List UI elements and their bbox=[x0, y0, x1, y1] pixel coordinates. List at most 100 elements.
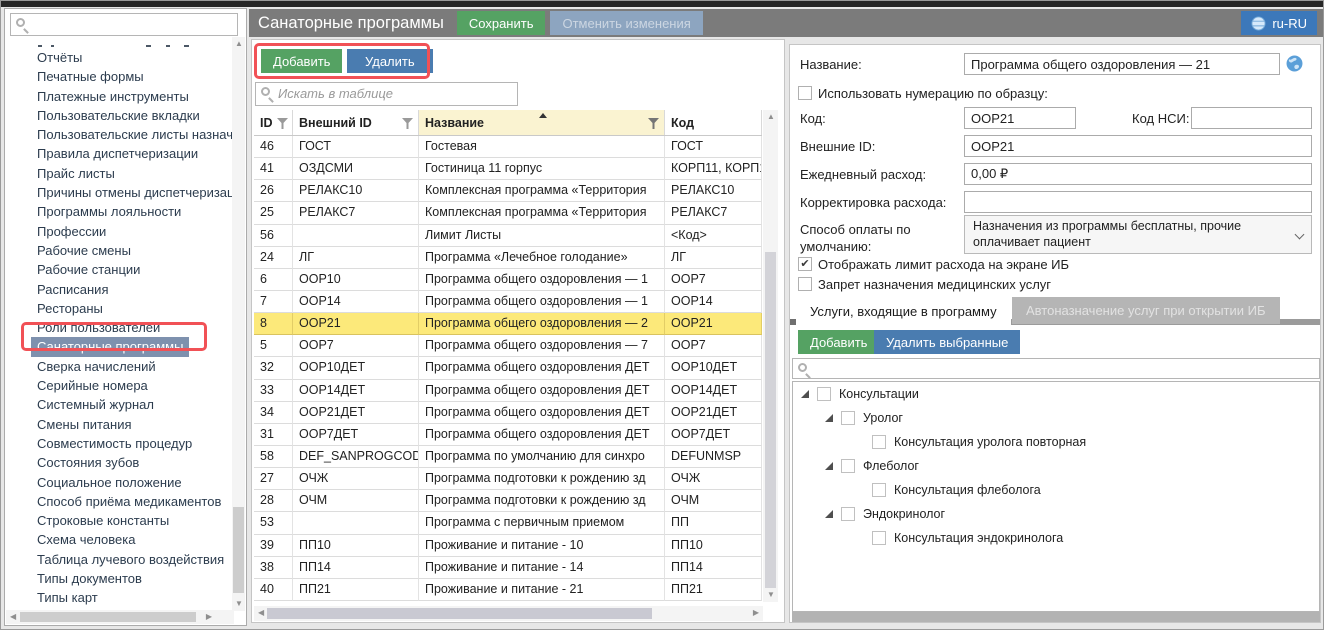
table-row[interactable]: 46ГОСТГостеваяГОСТ bbox=[254, 136, 762, 158]
tree-node-checkbox[interactable] bbox=[872, 435, 886, 449]
table-row[interactable]: 6ООР10Программа общего оздоровления — 1О… bbox=[254, 269, 762, 291]
sidebar-search-input[interactable] bbox=[10, 13, 238, 36]
sidebar-item[interactable]: Типы карт bbox=[6, 588, 232, 607]
table-row[interactable]: 58DEF_SANPROGCODEПрограмма по умолчанию … bbox=[254, 446, 762, 468]
table-row[interactable]: 28ОЧМПрограмма подготовки к рождению здО… bbox=[254, 490, 762, 512]
sidebar-item[interactable]: Сверка начислений bbox=[6, 357, 232, 376]
filter-icon[interactable] bbox=[277, 118, 288, 129]
sidebar-item[interactable]: Пользовательские листы назнач bbox=[6, 125, 232, 144]
expand-collapse-icon[interactable] bbox=[825, 462, 833, 470]
sidebar-item[interactable]: Таблица лучевого воздействия bbox=[6, 550, 232, 569]
tree-node-checkbox[interactable] bbox=[841, 411, 855, 425]
sidebar-item[interactable]: Совместимость процедур bbox=[6, 434, 232, 453]
table-row[interactable]: 32ООР10ДЕТПрограмма общего оздоровления … bbox=[254, 357, 762, 379]
sidebar-item[interactable]: Рестораны bbox=[6, 299, 232, 318]
table-row[interactable]: 31ООР7ДЕТПрограмма общего оздоровления Д… bbox=[254, 424, 762, 446]
sidebar-item[interactable]: Программы лояльности bbox=[6, 202, 232, 221]
table-row[interactable]: 5ООР7Программа общего оздоровления — 7ОО… bbox=[254, 335, 762, 357]
tree-node[interactable]: Эндокринолог bbox=[793, 502, 1319, 526]
sidebar-item[interactable]: Способ приёма медикаментов bbox=[6, 492, 232, 511]
filter-icon[interactable] bbox=[402, 118, 413, 129]
sidebar-item[interactable]: Роли пользователей bbox=[6, 318, 232, 337]
locale-button[interactable]: ru-RU bbox=[1241, 11, 1317, 35]
sidebar-item[interactable]: Рабочие станции bbox=[6, 260, 232, 279]
sidebar-item[interactable]: Рабочие смены bbox=[6, 241, 232, 260]
filter-icon[interactable] bbox=[648, 118, 659, 129]
show-limit-checkbox[interactable]: ✔ bbox=[798, 257, 812, 271]
nsi-code-input[interactable] bbox=[1191, 107, 1312, 129]
tab-auto-assign-services[interactable]: Автоназначение услуг при открытии ИБ bbox=[1012, 297, 1280, 324]
column-header-code[interactable]: Код bbox=[665, 110, 762, 135]
table-row[interactable]: 25РЕЛАКС7Комплексная программа «Территор… bbox=[254, 202, 762, 224]
expense-adjustment-input[interactable] bbox=[964, 191, 1312, 213]
sidebar-item[interactable]: Платежные инструменты bbox=[6, 87, 232, 106]
sidebar-item[interactable]: Профессии bbox=[6, 222, 232, 241]
numbering-checkbox[interactable] bbox=[798, 86, 812, 100]
sidebar-item[interactable]: Серийные номера bbox=[6, 376, 232, 395]
tree-node-checkbox[interactable] bbox=[841, 459, 855, 473]
table-row[interactable]: 7ООР14Программа общего оздоровления — 1О… bbox=[254, 291, 762, 313]
column-header-id[interactable]: ID bbox=[254, 110, 293, 135]
table-search-input[interactable]: Искать в таблице bbox=[255, 82, 518, 106]
table-row[interactable]: 24ЛГПрограмма «Лечебное голодание»ЛГ bbox=[254, 247, 762, 269]
name-input[interactable] bbox=[964, 53, 1280, 75]
save-button[interactable]: Сохранить bbox=[457, 11, 546, 35]
tree-node[interactable]: Консультация эндокринолога bbox=[793, 526, 1319, 550]
sidebar-item[interactable]: Санаторные программы bbox=[6, 337, 232, 356]
table-row[interactable]: 41ОЗДСМИГостиница 11 горпусКОРП11, КОРП1 bbox=[254, 158, 762, 180]
sidebar-item[interactable]: Социальное положение bbox=[6, 473, 232, 492]
daily-expense-input[interactable] bbox=[964, 163, 1312, 185]
sidebar-item[interactable]: Прайс листы bbox=[6, 164, 232, 183]
sidebar-item[interactable]: Смены питания bbox=[6, 415, 232, 434]
table-row[interactable]: 40ПП21Проживание и питание - 21ПП21 bbox=[254, 579, 762, 601]
table-row[interactable]: 53Программа с первичным приемомПП bbox=[254, 512, 762, 534]
panel-bottom-scrollbar[interactable] bbox=[792, 612, 1320, 622]
sidebar-item[interactable]: Схема человека bbox=[6, 530, 232, 549]
sidebar-item[interactable]: Расписания bbox=[6, 280, 232, 299]
table-row[interactable]: 33ООР14ДЕТПрограмма общего оздоровления … bbox=[254, 380, 762, 402]
sidebar-item[interactable]: Печатные формы bbox=[6, 67, 232, 86]
expand-collapse-icon[interactable] bbox=[825, 414, 833, 422]
payment-method-select[interactable]: Назначения из программы бесплатны, прочи… bbox=[964, 215, 1312, 254]
add-row-button[interactable]: Добавить bbox=[261, 49, 342, 73]
table-vertical-scrollbar[interactable]: ▲ ▼ bbox=[763, 110, 778, 602]
table-row[interactable]: 27ОЧЖПрограмма подготовки к рождению здО… bbox=[254, 468, 762, 490]
table-row[interactable]: 34ООР21ДЕТПрограмма общего оздоровления … bbox=[254, 402, 762, 424]
table-horizontal-scrollbar[interactable]: ◀ ▶ bbox=[254, 606, 763, 621]
sidebar-vertical-scrollbar[interactable]: ▲ ▼ bbox=[232, 37, 245, 611]
table-row[interactable]: 8ООР21Программа общего оздоровления — 2О… bbox=[254, 313, 762, 335]
delete-selected-services-button[interactable]: Удалить выбранные bbox=[874, 330, 1020, 354]
delete-row-button[interactable]: Удалить bbox=[347, 49, 433, 73]
tree-node-checkbox[interactable] bbox=[817, 387, 831, 401]
table-row[interactable]: 56Лимит Листы<Код> bbox=[254, 225, 762, 247]
external-ids-input[interactable] bbox=[964, 135, 1312, 157]
tab-program-services[interactable]: Услуги, входящие в программу bbox=[796, 297, 1011, 325]
expand-collapse-icon[interactable] bbox=[801, 390, 809, 398]
table-row[interactable]: 38ПП14Проживание и питание - 14ПП14 bbox=[254, 557, 762, 579]
table-row[interactable]: 26РЕЛАКС10Комплексная программа «Террито… bbox=[254, 180, 762, 202]
cancel-changes-button[interactable]: Отменить изменения bbox=[550, 11, 702, 35]
column-header-ext-id[interactable]: Внешний ID bbox=[293, 110, 419, 135]
tree-node[interactable]: Флеболог bbox=[793, 454, 1319, 478]
sidebar-horizontal-scrollbar[interactable]: ◀ ▶ bbox=[6, 610, 234, 624]
tree-node[interactable]: Консультации bbox=[793, 382, 1319, 406]
tree-node-checkbox[interactable] bbox=[872, 483, 886, 497]
tree-node-checkbox[interactable] bbox=[872, 531, 886, 545]
tree-node[interactable]: Консультация уролога повторная bbox=[793, 430, 1319, 454]
code-input[interactable] bbox=[964, 107, 1076, 129]
sidebar-item[interactable]: Причины отмены диспетчеризац bbox=[6, 183, 232, 202]
sidebar-item[interactable]: Типы документов bbox=[6, 569, 232, 588]
forbid-services-checkbox[interactable] bbox=[798, 277, 812, 291]
sidebar-item[interactable]: Строковые константы bbox=[6, 511, 232, 530]
add-service-button[interactable]: Добавить bbox=[798, 330, 879, 354]
tree-node[interactable]: Консультация флеболога bbox=[793, 478, 1319, 502]
tree-node-checkbox[interactable] bbox=[841, 507, 855, 521]
sidebar-item[interactable]: Отчёты bbox=[6, 48, 232, 67]
table-row[interactable]: 39ПП10Проживание и питание - 10ПП10 bbox=[254, 535, 762, 557]
expand-collapse-icon[interactable] bbox=[825, 510, 833, 518]
sidebar-item[interactable]: Состояния зубов bbox=[6, 453, 232, 472]
sidebar-item[interactable]: Системный журнал bbox=[6, 395, 232, 414]
sidebar-item[interactable]: Правила диспетчеризации bbox=[6, 144, 232, 163]
column-header-name[interactable]: Название bbox=[419, 110, 665, 135]
services-search-input[interactable] bbox=[792, 358, 1320, 379]
